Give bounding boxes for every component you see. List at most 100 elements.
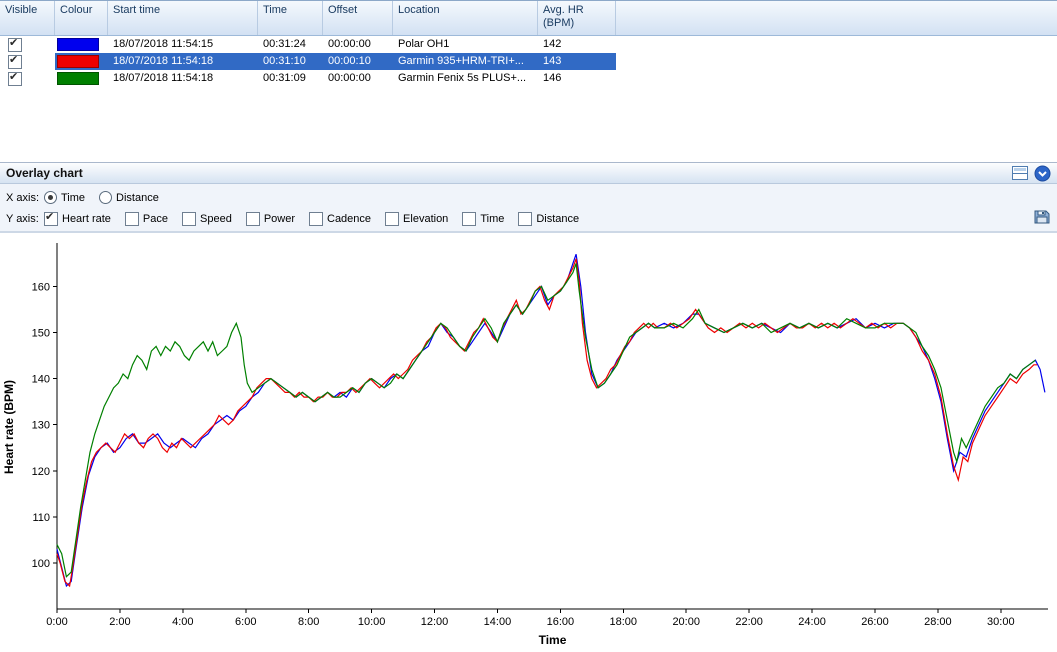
check-icon: ✔	[9, 70, 18, 84]
svg-text:30:00: 30:00	[987, 616, 1015, 628]
check-icon: ✔	[45, 210, 54, 224]
checkbox-icon	[182, 212, 196, 226]
yaxis-checkbox-elevation[interactable]: Elevation	[385, 212, 448, 226]
checkbox-label: Heart rate	[62, 213, 111, 225]
svg-text:28:00: 28:00	[924, 616, 952, 628]
save-icon	[1034, 209, 1050, 225]
col-header-avg-hr[interactable]: Avg. HR (BPM)	[538, 1, 616, 35]
checkbox-label: Distance	[536, 213, 579, 225]
cell-location: Garmin Fenix 5s PLUS+...	[393, 70, 538, 87]
cell-colour	[55, 53, 108, 70]
y-axis-label: Y axis:	[6, 213, 44, 225]
svg-text:130: 130	[32, 420, 50, 432]
svg-text:16:00: 16:00	[547, 616, 575, 628]
yaxis-checkbox-cadence[interactable]: Cadence	[309, 212, 371, 226]
checkbox-icon	[518, 212, 532, 226]
svg-text:0:00: 0:00	[46, 616, 67, 628]
visible-checkbox[interactable]: ✔	[8, 72, 22, 86]
yaxis-checkbox-time[interactable]: Time	[462, 212, 504, 226]
cell-avg-hr: 146	[538, 70, 616, 87]
xaxis-radio-time[interactable]: Time	[44, 191, 85, 204]
checkbox-icon	[385, 212, 399, 226]
svg-text:10:00: 10:00	[358, 616, 386, 628]
cell-colour	[55, 36, 108, 53]
checkbox-label: Pace	[143, 213, 168, 225]
table-empty-area	[0, 87, 1057, 162]
svg-text:140: 140	[32, 374, 50, 386]
checkbox-label: Cadence	[327, 213, 371, 225]
svg-text:22:00: 22:00	[735, 616, 763, 628]
table-row[interactable]: ✔ 18/07/2018 11:54:18 00:31:10 00:00:10 …	[0, 53, 1057, 70]
panel-layout-button[interactable]	[1011, 164, 1029, 182]
yaxis-checkbox-pace[interactable]: Pace	[125, 212, 168, 226]
app-window: Visible Colour Start time Time Offset Lo…	[0, 0, 1057, 652]
radio-label: Distance	[116, 192, 159, 204]
svg-text:Heart rate (BPM): Heart rate (BPM)	[2, 380, 16, 474]
svg-text:150: 150	[32, 328, 50, 340]
col-header-visible[interactable]: Visible	[0, 1, 55, 35]
svg-text:18:00: 18:00	[610, 616, 638, 628]
x-axis-label: X axis:	[6, 192, 44, 204]
checkbox-label: Elevation	[403, 213, 448, 225]
col-header-offset[interactable]: Offset	[323, 1, 393, 35]
activity-table: Visible Colour Start time Time Offset Lo…	[0, 0, 1057, 162]
table-row[interactable]: ✔ 18/07/2018 11:54:18 00:31:09 00:00:00 …	[0, 70, 1057, 87]
visible-checkbox[interactable]: ✔	[8, 38, 22, 52]
cell-offset: 00:00:00	[323, 36, 393, 53]
yaxis-checkbox-power[interactable]: Power	[246, 212, 295, 226]
col-header-time[interactable]: Time	[258, 1, 323, 35]
svg-text:2:00: 2:00	[109, 616, 130, 628]
y-axis-row: Y axis: ✔ Heart rate Pace Speed Power Ca…	[0, 208, 1057, 229]
cell-location: Garmin 935+HRM-TRI+...	[393, 53, 538, 70]
checkbox-icon	[309, 212, 323, 226]
colour-swatch[interactable]	[57, 55, 99, 68]
yaxis-checkbox-heart-rate[interactable]: ✔ Heart rate	[44, 212, 111, 226]
col-header-start-time[interactable]: Start time	[108, 1, 258, 35]
radio-label: Time	[61, 192, 85, 204]
checkbox-label: Speed	[200, 213, 232, 225]
cell-visible: ✔	[0, 36, 55, 53]
panel-title: Overlay chart	[6, 166, 1007, 180]
svg-text:4:00: 4:00	[172, 616, 193, 628]
checkbox-icon: ✔	[44, 212, 58, 226]
checkbox-icon	[125, 212, 139, 226]
svg-text:160: 160	[32, 281, 50, 293]
radio-icon	[44, 191, 57, 204]
checkbox-label: Time	[480, 213, 504, 225]
cell-visible: ✔	[0, 53, 55, 70]
col-header-location[interactable]: Location	[393, 1, 538, 35]
colour-swatch[interactable]	[57, 38, 99, 51]
check-icon: ✔	[9, 36, 18, 50]
table-header: Visible Colour Start time Time Offset Lo…	[0, 0, 1057, 36]
cell-avg-hr: 143	[538, 53, 616, 70]
collapse-panel-button[interactable]	[1033, 164, 1051, 182]
yaxis-checkbox-speed[interactable]: Speed	[182, 212, 232, 226]
svg-text:100: 100	[32, 558, 50, 570]
visible-checkbox[interactable]: ✔	[8, 55, 22, 69]
cell-time: 00:31:09	[258, 70, 323, 87]
check-icon: ✔	[9, 53, 18, 67]
cell-avg-hr: 142	[538, 36, 616, 53]
overlay-chart-canvas[interactable]: 1001101201301401501600:002:004:006:008:0…	[0, 233, 1057, 652]
collapse-panel-icon	[1034, 165, 1051, 182]
svg-text:14:00: 14:00	[484, 616, 512, 628]
cell-time: 00:31:10	[258, 53, 323, 70]
xaxis-radio-distance[interactable]: Distance	[99, 191, 159, 204]
col-header-colour[interactable]: Colour	[55, 1, 108, 35]
table-row[interactable]: ✔ 18/07/2018 11:54:15 00:31:24 00:00:00 …	[0, 36, 1057, 53]
checkbox-icon	[462, 212, 476, 226]
save-chart-button[interactable]	[1033, 208, 1051, 226]
yaxis-checkbox-distance[interactable]: Distance	[518, 212, 579, 226]
cell-time: 00:31:24	[258, 36, 323, 53]
svg-text:20:00: 20:00	[672, 616, 700, 628]
svg-text:8:00: 8:00	[298, 616, 319, 628]
svg-text:26:00: 26:00	[861, 616, 889, 628]
cell-colour	[55, 70, 108, 87]
svg-text:110: 110	[32, 512, 50, 524]
cell-start-time: 18/07/2018 11:54:18	[108, 70, 258, 87]
cell-visible: ✔	[0, 70, 55, 87]
x-axis-row: X axis: Time Distance	[0, 187, 1057, 208]
colour-swatch[interactable]	[57, 72, 99, 85]
cell-start-time: 18/07/2018 11:54:18	[108, 53, 258, 70]
svg-text:12:00: 12:00	[421, 616, 449, 628]
